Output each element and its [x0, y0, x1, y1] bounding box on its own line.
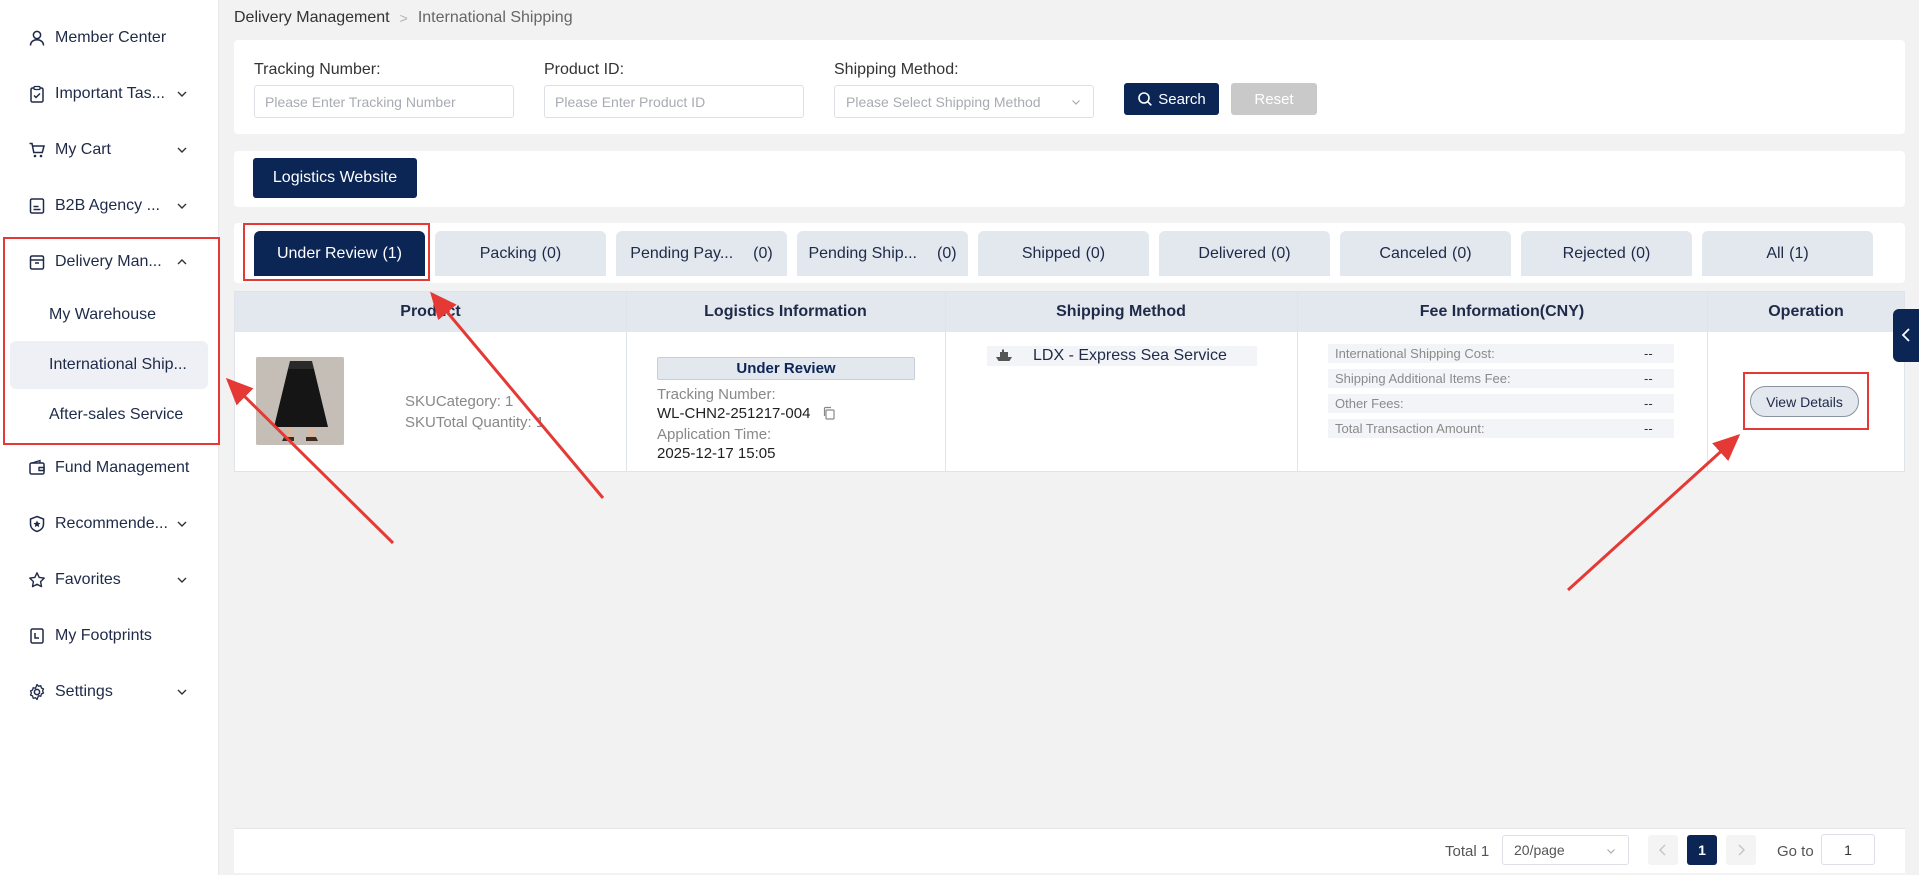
annotation-arrow — [1566, 433, 1741, 592]
annotation-arrows — [225, 291, 1741, 592]
annotation-arrow — [225, 377, 395, 545]
annotation-arrow — [430, 291, 605, 499]
